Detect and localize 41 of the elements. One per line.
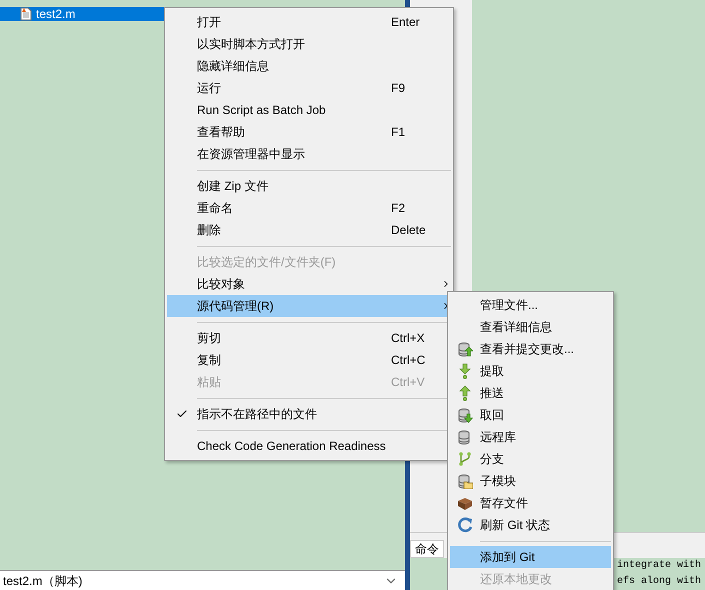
command-output-line: integrate with: [616, 560, 701, 572]
branch-icon: [457, 451, 473, 467]
menu-item[interactable]: 比较对象: [167, 273, 451, 295]
menu-item[interactable]: 管理文件...: [450, 294, 611, 316]
menu-item[interactable]: 创建 Zip 文件: [167, 175, 451, 197]
refresh-icon: [457, 517, 473, 533]
menu-item[interactable]: 推送: [450, 382, 611, 404]
command-window-tab[interactable]: 命令: [410, 540, 444, 558]
file-name: test2.m: [36, 6, 76, 23]
menu-item[interactable]: 剪切 Ctrl+X: [167, 327, 451, 349]
menu-item[interactable]: 运行 F9: [167, 77, 451, 99]
menu-item[interactable]: 查看帮助 F1: [167, 121, 451, 143]
menu-item[interactable]: Check Code Generation Readiness: [167, 435, 451, 457]
menu-item[interactable]: 查看详细信息: [450, 316, 611, 338]
arrow-up-icon: [457, 385, 473, 401]
menu-item[interactable]: 添加到 Git: [450, 546, 611, 568]
database-upload-icon: [457, 341, 473, 357]
menu-item[interactable]: 指示不在路径中的文件: [167, 403, 451, 425]
menu-item[interactable]: 隐藏详细信息: [167, 55, 451, 77]
status-text: test2.m（脚本): [3, 572, 82, 590]
menu-item[interactable]: 删除 Delete: [167, 219, 451, 241]
arrow-down-icon: [457, 363, 473, 379]
menu-item[interactable]: 复制 Ctrl+C: [167, 349, 451, 371]
menu-item[interactable]: Run Script as Batch Job: [167, 99, 451, 121]
command-output-line: efs along with: [616, 576, 701, 588]
menu-item[interactable]: 以实时脚本方式打开: [167, 33, 451, 55]
menu-item[interactable]: 刷新 Git 状态: [450, 514, 611, 536]
menu-item[interactable]: 子模块: [450, 470, 611, 492]
menu-item[interactable]: 取回: [450, 404, 611, 426]
menu-item[interactable]: 查看并提交更改...: [450, 338, 611, 360]
check-icon: [176, 408, 188, 420]
menu-item[interactable]: 分支: [450, 448, 611, 470]
menu-item[interactable]: 在资源管理器中显示: [167, 143, 451, 165]
menu-item[interactable]: 提取: [450, 360, 611, 382]
menu-item[interactable]: 暂存文件: [450, 492, 611, 514]
file-icon: [20, 7, 32, 21]
box-icon: [457, 495, 473, 511]
database-folder-icon: [457, 473, 473, 489]
menu-item[interactable]: 重命名 F2: [167, 197, 451, 219]
database-download-icon: [457, 407, 473, 423]
menu-item[interactable]: 远程库: [450, 426, 611, 448]
